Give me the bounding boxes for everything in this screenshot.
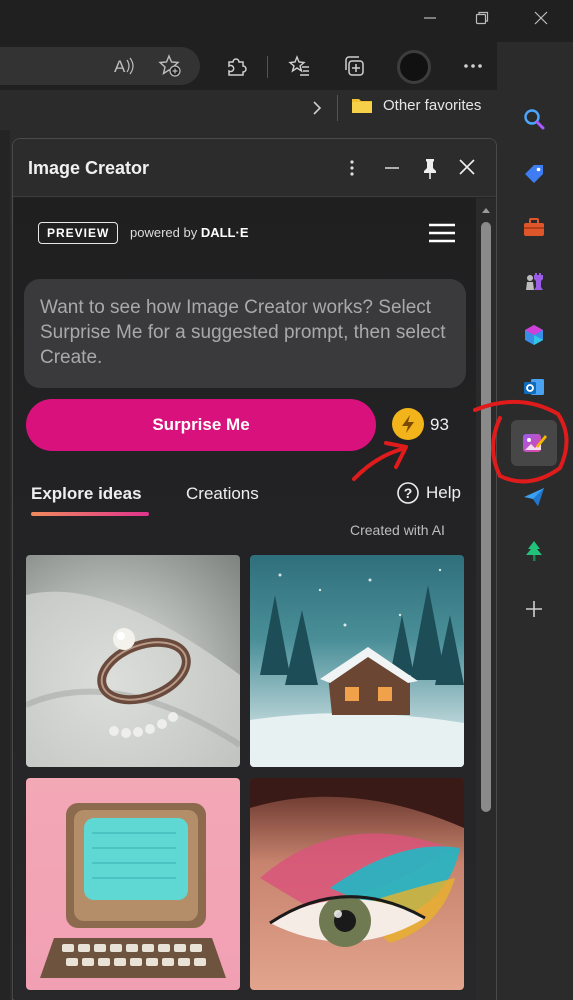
pearl-ring-image (26, 591, 240, 767)
favorites-overflow-button[interactable] (309, 97, 325, 119)
pane-minimize-button[interactable] (381, 157, 403, 179)
boost-count: 93 (430, 415, 449, 434)
eye-makeup-image (250, 778, 464, 947)
favorites-list-icon (288, 55, 309, 76)
pane-more-button[interactable] (342, 156, 362, 180)
tab-explore-ideas[interactable]: Explore ideas (31, 484, 142, 504)
other-favorites-label: Other favorites (383, 96, 482, 114)
restore-button[interactable] (470, 10, 494, 32)
sidebar-games-button[interactable] (515, 262, 553, 300)
folder-icon (352, 99, 372, 113)
ellipsis-icon (464, 64, 482, 68)
restore-icon (475, 11, 489, 25)
search-icon (524, 109, 545, 130)
toolbar-divider (267, 56, 268, 78)
extensions-button[interactable] (221, 51, 251, 81)
favorites-button[interactable] (284, 51, 314, 81)
hamburger-icon (429, 223, 455, 243)
powered-by-label: powered by (130, 225, 198, 240)
svg-text:?: ? (404, 485, 413, 501)
hamburger-menu-button[interactable] (428, 222, 456, 244)
svg-text:A: A (114, 57, 126, 76)
red-circle-annotation (473, 400, 569, 484)
caret-up-icon (482, 208, 490, 213)
snowy-cabin-image (250, 568, 464, 767)
sidebar-shopping-button[interactable] (515, 155, 553, 193)
chevron-right-icon (313, 101, 322, 115)
created-with-ai-label: Created with AI (350, 522, 445, 538)
other-favorites-folder[interactable]: Other favorites (351, 96, 481, 114)
idea-thumbnail[interactable] (26, 555, 240, 767)
profile-avatar[interactable] (397, 50, 431, 84)
sidebar-tools-button[interactable] (515, 208, 553, 246)
plus-icon (526, 601, 542, 617)
sidebar-add-button[interactable] (515, 590, 553, 628)
outlook-icon (524, 379, 544, 395)
powered-by-text: powered by DALL·E (130, 225, 249, 240)
tab-creations[interactable]: Creations (186, 484, 259, 504)
active-tab-underline (31, 512, 149, 516)
minimize-icon (385, 167, 399, 169)
minimize-icon (424, 17, 436, 19)
sidebar-tree-button[interactable] (515, 532, 553, 570)
pane-title: Image Creator (28, 158, 150, 178)
help-label: Help (426, 483, 461, 502)
red-arrow-annotation (352, 441, 408, 481)
collections-button[interactable] (339, 51, 369, 81)
read-aloud-button[interactable]: A (109, 51, 139, 81)
collections-icon (345, 56, 364, 76)
tree-icon (526, 541, 542, 561)
sidebar-copilot-button[interactable] (515, 316, 553, 354)
shopping-tag-icon (525, 165, 543, 183)
add-favorite-button[interactable] (155, 51, 185, 81)
scrollbar-thumb[interactable] (481, 222, 491, 812)
puzzle-icon (228, 58, 247, 76)
paper-plane-icon (524, 488, 544, 506)
scroll-up-button[interactable] (481, 202, 491, 213)
close-window-button[interactable] (529, 10, 553, 32)
read-aloud-icon: A (114, 57, 134, 76)
idea-thumbnail[interactable] (250, 555, 464, 767)
toolbox-icon (524, 218, 544, 236)
favbar-divider (337, 95, 338, 121)
star-add-icon (158, 54, 181, 77)
minimize-button[interactable] (418, 10, 442, 32)
lightning-bolt-icon (402, 415, 414, 433)
more-options-button[interactable] (458, 51, 488, 81)
idea-thumbnail[interactable] (250, 778, 464, 990)
chess-pieces-icon (526, 273, 543, 290)
prompt-placeholder: Want to see how Image Creator works? Sel… (40, 297, 446, 368)
pane-pin-button[interactable] (419, 156, 441, 180)
help-button[interactable]: ? Help (396, 481, 461, 505)
dalle-brand: DALL·E (200, 225, 249, 240)
preview-badge: PREVIEW (38, 222, 119, 244)
pin-icon (424, 159, 436, 179)
idea-thumbnail[interactable] (26, 778, 240, 990)
pane-close-button[interactable] (456, 156, 478, 178)
page-background (0, 130, 10, 1000)
vertical-ellipsis-icon (350, 160, 354, 176)
surprise-me-button[interactable]: Surprise Me (26, 399, 376, 451)
close-icon (534, 11, 548, 25)
help-icon: ? (397, 482, 419, 504)
close-icon (459, 159, 475, 175)
microsoft365-icon (525, 325, 543, 345)
retro-computer-image (40, 803, 226, 978)
sidebar-search-button[interactable] (515, 100, 553, 138)
